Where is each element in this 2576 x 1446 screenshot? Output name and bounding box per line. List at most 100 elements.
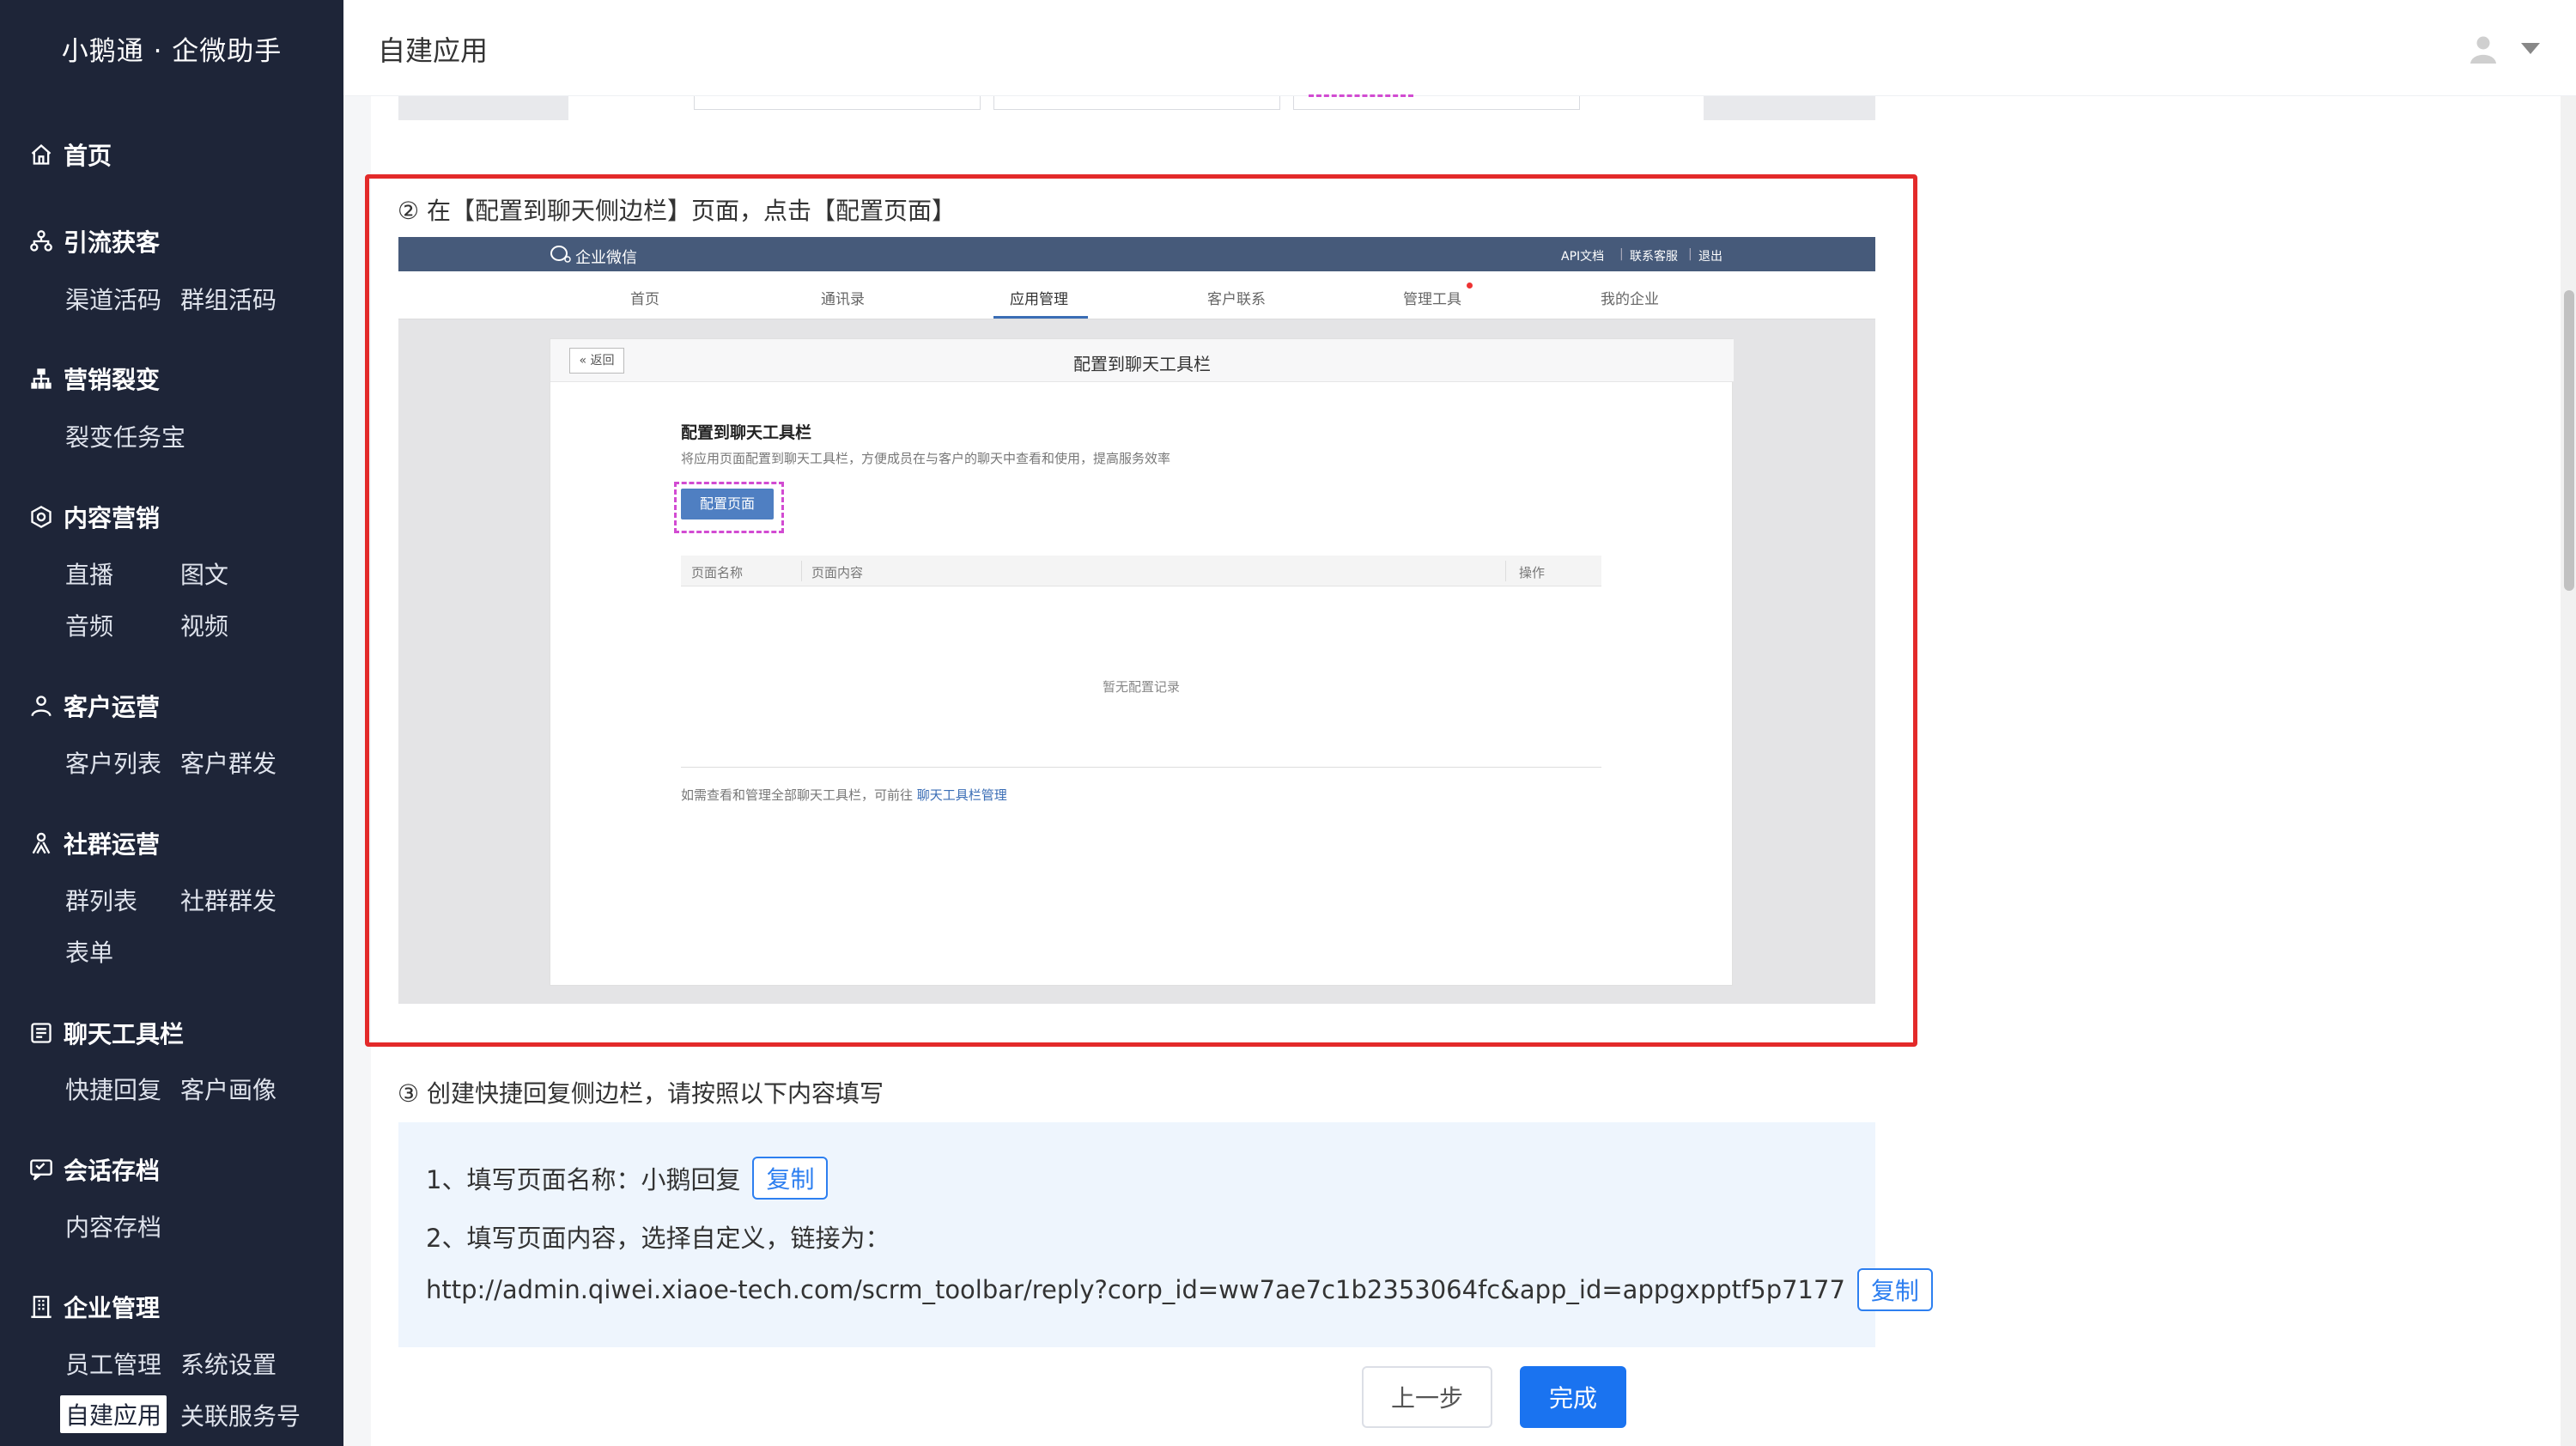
wx-table-header: 页面名称 页面内容 操作	[681, 556, 1601, 586]
finish-button[interactable]: 完成	[1520, 1366, 1626, 1428]
wx-footer-note: 如需查看和管理全部聊天工具栏，可前往 聊天工具栏管理	[681, 786, 1007, 804]
wx-section-desc: 将应用页面配置到聊天工具栏，方便成员在与客户的聊天中查看和使用，提高服务效率	[681, 451, 1171, 466]
nav-group-fission-label: 营销裂变	[64, 366, 161, 394]
sidebar-item-staff[interactable]: 员工管理	[65, 1346, 161, 1381]
wx-footer-text: 如需查看和管理全部聊天工具栏，可前往	[681, 787, 917, 803]
step2-screenshot: 企业微信 API文档 | 联系客服 | 退出 首页 通讯录 应用管理 客户联系 …	[398, 237, 1875, 1004]
prev-step-button[interactable]: 上一步	[1362, 1366, 1492, 1428]
copy-name-button[interactable]: 复制	[752, 1157, 829, 1200]
wx-divider	[681, 767, 1601, 768]
nav-group-session-archive-label: 会话存档	[64, 1157, 161, 1185]
wx-top-bar: 企业微信 API文档 | 联系客服 | 退出	[398, 237, 1875, 271]
group-icon	[32, 832, 51, 854]
prev-preview-box-2	[993, 96, 1280, 110]
nav-home-label: 首页	[64, 142, 112, 170]
nav-home[interactable]: 首页	[29, 137, 112, 172]
chat-archive-icon	[30, 1159, 52, 1181]
wx-card-title: 配置到聊天工具栏	[1073, 354, 1211, 374]
badge-icon	[31, 505, 52, 529]
wx-link-api: API文档	[1561, 250, 1605, 264]
top-header: 自建应用	[343, 0, 2576, 96]
wx-tab-bar: 首页 通讯录 应用管理 客户联系 管理工具 我的企业	[398, 271, 1875, 319]
copy-url-button[interactable]: 复制	[1856, 1268, 1933, 1311]
wx-tab-home: 首页	[630, 291, 659, 308]
sidebar-item-audio[interactable]: 音频	[65, 608, 113, 642]
wx-logo-text: 企业微信	[575, 249, 637, 267]
sidebar-item-customer-broadcast[interactable]: 客户群发	[180, 745, 276, 780]
wx-th-action: 操作	[1519, 565, 1546, 580]
prev-preview-box-1	[694, 96, 981, 110]
wx-tab-contacts: 通讯录	[821, 291, 865, 308]
step3-url-text: http://admin.qiwei.xiaoe-tech.com/scrm_t…	[426, 1275, 1845, 1304]
page-title: 自建应用	[378, 34, 489, 67]
nav-group-chat-toolbar[interactable]: 聊天工具栏	[29, 1016, 184, 1050]
prev-preview-left	[398, 96, 568, 120]
prev-preview-box-3	[1293, 96, 1580, 110]
step3-line2: 2、填写页面内容，选择自定义，链接为：	[426, 1218, 890, 1255]
scrollbar-thumb[interactable]	[2564, 290, 2574, 591]
sidebar-item-group-broadcast[interactable]: 社群群发	[180, 883, 276, 917]
nav-group-enterprise[interactable]: 企业管理	[29, 1290, 160, 1324]
toolbar-icon	[31, 1023, 52, 1043]
nav-group-traffic[interactable]: 引流获客	[29, 224, 160, 258]
wx-th-name: 页面名称	[691, 565, 744, 580]
brand-title: 小鹅通 · 企微助手	[61, 36, 283, 67]
wx-link-logout: 退出	[1698, 250, 1722, 264]
wx-tab-enterprise: 我的企业	[1601, 291, 1659, 308]
home-icon	[31, 143, 52, 165]
nav-group-customer-label: 客户运营	[64, 693, 161, 721]
wx-card-header: « 返回 配置到聊天工具栏	[550, 339, 1734, 382]
wx-link-support: 联系客服	[1630, 250, 1678, 264]
step3-line1-text: 1、填写页面名称：小鹅回复	[426, 1165, 741, 1194]
sidebar-item-group-code[interactable]: 群组活码	[180, 282, 276, 316]
nav-group-content-label: 内容营销	[64, 504, 161, 532]
step3-url-line: http://admin.qiwei.xiaoe-tech.com/scrm_t…	[426, 1268, 1933, 1311]
nav-group-customer[interactable]: 客户运营	[29, 689, 160, 723]
sidebar-item-linked-account[interactable]: 关联服务号	[180, 1398, 301, 1432]
wechat-work-logo-icon	[550, 246, 571, 263]
wx-tab-customer: 客户联系	[1207, 291, 1266, 308]
prev-preview-highlight	[1309, 94, 1413, 98]
chevron-down-icon[interactable]	[2521, 43, 2540, 54]
prev-preview-right	[1704, 96, 1875, 120]
nav-group-content[interactable]: 内容营销	[29, 500, 160, 534]
sidebar-item-form[interactable]: 表单	[65, 934, 113, 969]
user-icon	[31, 696, 52, 717]
wx-empty-text: 暂无配置记录	[1102, 679, 1180, 695]
sidebar-item-article[interactable]: 图文	[180, 556, 228, 591]
sidebar-item-content-archive[interactable]: 内容存档	[65, 1209, 161, 1243]
sidebar-item-video[interactable]: 视频	[180, 608, 228, 642]
wx-notification-dot	[1467, 283, 1473, 289]
step3-label: ③ 创建快捷回复侧边栏，请按照以下内容填写	[398, 1079, 884, 1108]
nav-group-traffic-label: 引流获客	[64, 228, 161, 257]
sidebar-item-custom-app[interactable]: 自建应用	[60, 1395, 167, 1433]
wx-config-card: « 返回 配置到聊天工具栏 配置到聊天工具栏 将应用页面配置到聊天工具栏，方便成…	[550, 338, 1734, 986]
nav-group-session-archive[interactable]: 会话存档	[29, 1152, 160, 1187]
step3-line2-text: 2、填写页面内容，选择自定义，链接为：	[426, 1224, 890, 1253]
avatar-icon[interactable]	[2468, 33, 2499, 64]
sidebar: 小鹅通 · 企微助手 首页 引流获客 渠道活码 群组活码 营销裂变 裂变任务宝 …	[0, 0, 343, 1446]
building-icon	[31, 1296, 52, 1318]
wx-tab-tools: 管理工具	[1403, 291, 1461, 308]
wx-config-page-button: 配置页面	[681, 489, 774, 519]
sidebar-item-live[interactable]: 直播	[65, 556, 113, 591]
wx-th-content: 页面内容	[811, 565, 864, 580]
hierarchy-icon	[31, 368, 52, 389]
sidebar-item-customer-list[interactable]: 客户列表	[65, 745, 161, 780]
nav-group-community-label: 社群运营	[64, 830, 161, 859]
sidebar-item-quick-reply[interactable]: 快捷回复	[65, 1072, 161, 1106]
nav-group-enterprise-label: 企业管理	[64, 1294, 161, 1322]
step3-info-box: 1、填写页面名称：小鹅回复 复制 2、填写页面内容，选择自定义，链接为： htt…	[398, 1122, 1933, 1347]
step3-line1: 1、填写页面名称：小鹅回复 复制	[426, 1157, 829, 1200]
wx-tab-apps: 应用管理	[1010, 291, 1068, 308]
nav-group-fission[interactable]: 营销裂变	[29, 362, 160, 396]
sidebar-item-group-list[interactable]: 群列表	[65, 883, 137, 917]
sidebar-item-settings[interactable]: 系统设置	[180, 1346, 276, 1381]
nav-group-chat-toolbar-label: 聊天工具栏	[64, 1020, 185, 1048]
sidebar-item-customer-profile[interactable]: 客户画像	[180, 1072, 276, 1106]
wx-active-tab-indicator	[993, 316, 1088, 319]
network-icon	[30, 230, 52, 252]
nav-group-community[interactable]: 社群运营	[29, 826, 160, 860]
sidebar-item-fission-task[interactable]: 裂变任务宝	[65, 419, 185, 453]
sidebar-item-channel-code[interactable]: 渠道活码	[65, 282, 161, 316]
